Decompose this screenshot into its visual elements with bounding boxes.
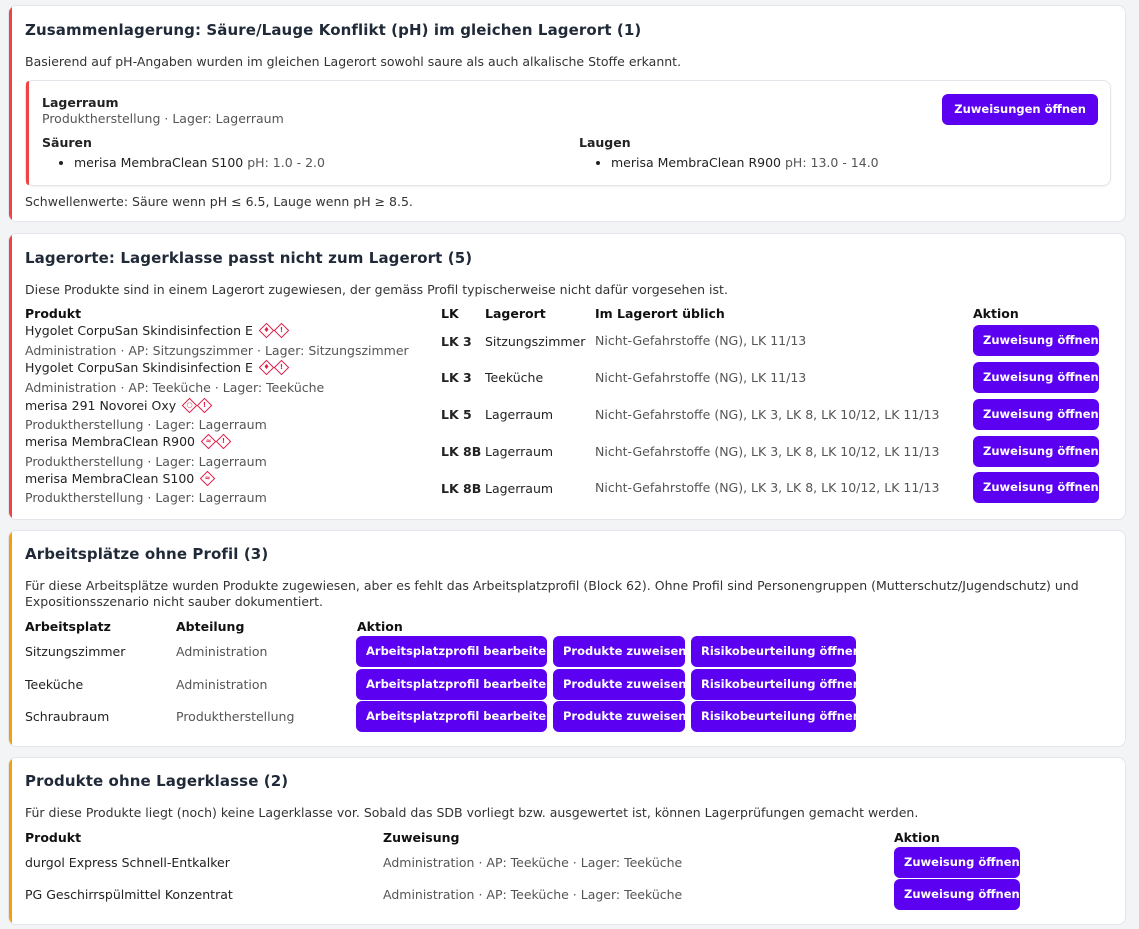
table-row: Hygolet CorpuSan Skindisinfection E ♦! [25,359,290,376]
col-header-department: Abteilung [176,619,245,634]
product-sub: Produktherstellung · Lager: Lagerraum [25,454,267,469]
list-item: merisa MembraClean S100 pH: 1.0 - 2.0 [74,155,325,170]
open-assignment-button[interactable]: Zuweisung öffnen [973,362,1099,393]
section-title: Lagerorte: Lagerklasse passt nicht zum L… [25,249,473,267]
workplace-name: Schraubraum [25,709,110,724]
assign-products-button[interactable]: Produkte zuweisen [553,701,686,732]
col-header-action: Aktion [973,306,1019,321]
section-title: Zusammenlagerung: Säure/Lauge Konflikt (… [25,21,642,39]
section-description: Für diese Produkte liegt (noch) keine La… [25,805,919,820]
open-assignment-button[interactable]: Zuweisung öffnen [973,325,1099,356]
open-assignment-button[interactable]: Zuweisung öffnen [973,436,1099,467]
location-value: Teeküche [485,370,544,385]
location-sub: Produktherstellung · Lager: Lagerraum [42,111,284,126]
usual-value: Nicht-Gefahrstoffe (NG), LK 11/13 [595,370,807,385]
corrosive-icon: ≈ [200,433,217,450]
section-title: Produkte ohne Lagerklasse (2) [25,772,289,790]
product-sub: Administration · AP: Sitzungszimmer · La… [25,343,409,358]
acids-title: Säuren [42,135,92,150]
product-name: PG Geschirrspülmittel Konzentrat [25,887,233,902]
lk-value: LK 3 [441,370,472,385]
table-row: merisa MembraClean S100 ≈ [25,470,216,487]
col-header-usual: Im Lagerort üblich [595,306,725,321]
exclamation-icon: ! [196,397,213,414]
usual-value: Nicht-Gefahrstoffe (NG), LK 11/13 [595,333,807,348]
table-row: merisa 291 Novorei Oxy ○! [25,397,213,414]
acids-list: merisa MembraClean S100 pH: 1.0 - 2.0 [26,155,325,170]
workplace-name: Teeküche [25,677,84,692]
usual-value: Nicht-Gefahrstoffe (NG), LK 3, LK 8, LK … [595,407,940,422]
location-value: Lagerraum [485,481,554,496]
lk-value: LK 8B [441,481,482,496]
open-risk-assessment-button[interactable]: Risikobeurteilung öffnen [691,669,861,700]
location-value: Lagerraum [485,407,554,422]
flame-icon: ♦ [258,322,275,339]
section-description: Diese Produkte sind in einem Lagerort zu… [25,282,728,297]
open-risk-assessment-button[interactable]: Risikobeurteilung öffnen [691,636,861,667]
list-item: merisa MembraClean R900 pH: 13.0 - 14.0 [611,155,879,170]
lk-value: LK 5 [441,407,472,422]
exclamation-icon: ! [273,322,290,339]
col-header-lk: LK [441,306,459,321]
location-value: Lagerraum [485,444,554,459]
product-name: Hygolet CorpuSan Skindisinfection E [25,360,253,375]
open-assignment-button[interactable]: Zuweisung öffnen [894,879,1020,910]
section-title: Arbeitsplätze ohne Profil (3) [25,545,269,563]
location-value: Sitzungszimmer [485,334,586,349]
table-row: merisa MembraClean R900 ≈! [25,433,232,450]
oxidizer-icon: ○ [181,397,198,414]
bases-list: merisa MembraClean R900 pH: 13.0 - 14.0 [563,155,879,170]
edit-profile-button[interactable]: Arbeitsplatzprofil bearbeiten [356,636,554,667]
product-name: merisa MembraClean R900 [25,434,196,449]
open-assignment-button[interactable]: Zuweisung öffnen [973,472,1099,503]
col-header-workplace: Arbeitsplatz [25,619,111,634]
bases-title: Laugen [579,135,631,150]
flame-icon: ♦ [258,359,275,376]
assignment-value: Administration · AP: Teeküche · Lager: T… [383,887,683,902]
product-sub: Produktherstellung · Lager: Lagerraum [25,490,267,505]
product-sub: Administration · AP: Teeküche · Lager: T… [25,380,325,395]
lk-value: LK 3 [441,334,472,349]
product-name: merisa 291 Novorei Oxy [25,398,177,413]
open-assignment-button[interactable]: Zuweisung öffnen [973,399,1099,430]
exclamation-icon: ! [215,433,232,450]
card-acid-base-conflict: Zusammenlagerung: Säure/Lauge Konflikt (… [8,5,1126,222]
workplace-name: Sitzungszimmer [25,644,126,659]
product-sub: Produktherstellung · Lager: Lagerraum [25,417,267,432]
corrosive-icon: ≈ [199,470,216,487]
card-workplaces-without-profile: Arbeitsplätze ohne Profil (3) Für diese … [8,530,1126,747]
exclamation-icon: ! [273,359,290,376]
card-products-without-storage-class: Produkte ohne Lagerklasse (2) Für diese … [8,757,1126,925]
col-header-assignment: Zuweisung [383,830,460,845]
edit-profile-button[interactable]: Arbeitsplatzprofil bearbeiten [356,669,554,700]
product-name: durgol Express Schnell-Entkalker [25,855,230,870]
col-header-product: Produkt [25,830,82,845]
card-storage-class-mismatch: Lagerorte: Lagerklasse passt nicht zum L… [8,233,1126,520]
table-row: Hygolet CorpuSan Skindisinfection E ♦! [25,322,290,339]
lk-value: LK 8B [441,444,482,459]
usual-value: Nicht-Gefahrstoffe (NG), LK 3, LK 8, LK … [595,444,940,459]
edit-profile-button[interactable]: Arbeitsplatzprofil bearbeiten [356,701,554,732]
threshold-note: Schwellenwerte: Säure wenn pH ≤ 6.5, Lau… [25,194,413,209]
assignment-value: Administration · AP: Teeküche · Lager: T… [383,855,683,870]
section-description: Für diese Arbeitsplätze wurden Produkte … [25,578,1079,609]
col-header-action: Aktion [357,619,403,634]
department-name: Administration [176,677,268,692]
open-assignments-button[interactable]: Zuweisungen öffnen [942,94,1098,125]
department-name: Administration [176,644,268,659]
col-header-action: Aktion [894,830,940,845]
department-name: Produktherstellung [176,709,295,724]
assign-products-button[interactable]: Produkte zuweisen [553,636,686,667]
location-name: Lagerraum [42,95,119,110]
col-header-product: Produkt [25,306,82,321]
section-description: Basierend auf pH-Angaben wurden im gleic… [25,54,682,69]
product-name: Hygolet CorpuSan Skindisinfection E [25,323,253,338]
product-name: merisa MembraClean S100 [25,471,195,486]
open-risk-assessment-button[interactable]: Risikobeurteilung öffnen [691,701,861,732]
usual-value: Nicht-Gefahrstoffe (NG), LK 3, LK 8, LK … [595,480,940,495]
assign-products-button[interactable]: Produkte zuweisen [553,669,686,700]
col-header-location: Lagerort [485,306,546,321]
location-conflict-box: Lagerraum Produktherstellung · Lager: La… [25,80,1111,186]
open-assignment-button[interactable]: Zuweisung öffnen [894,847,1020,878]
